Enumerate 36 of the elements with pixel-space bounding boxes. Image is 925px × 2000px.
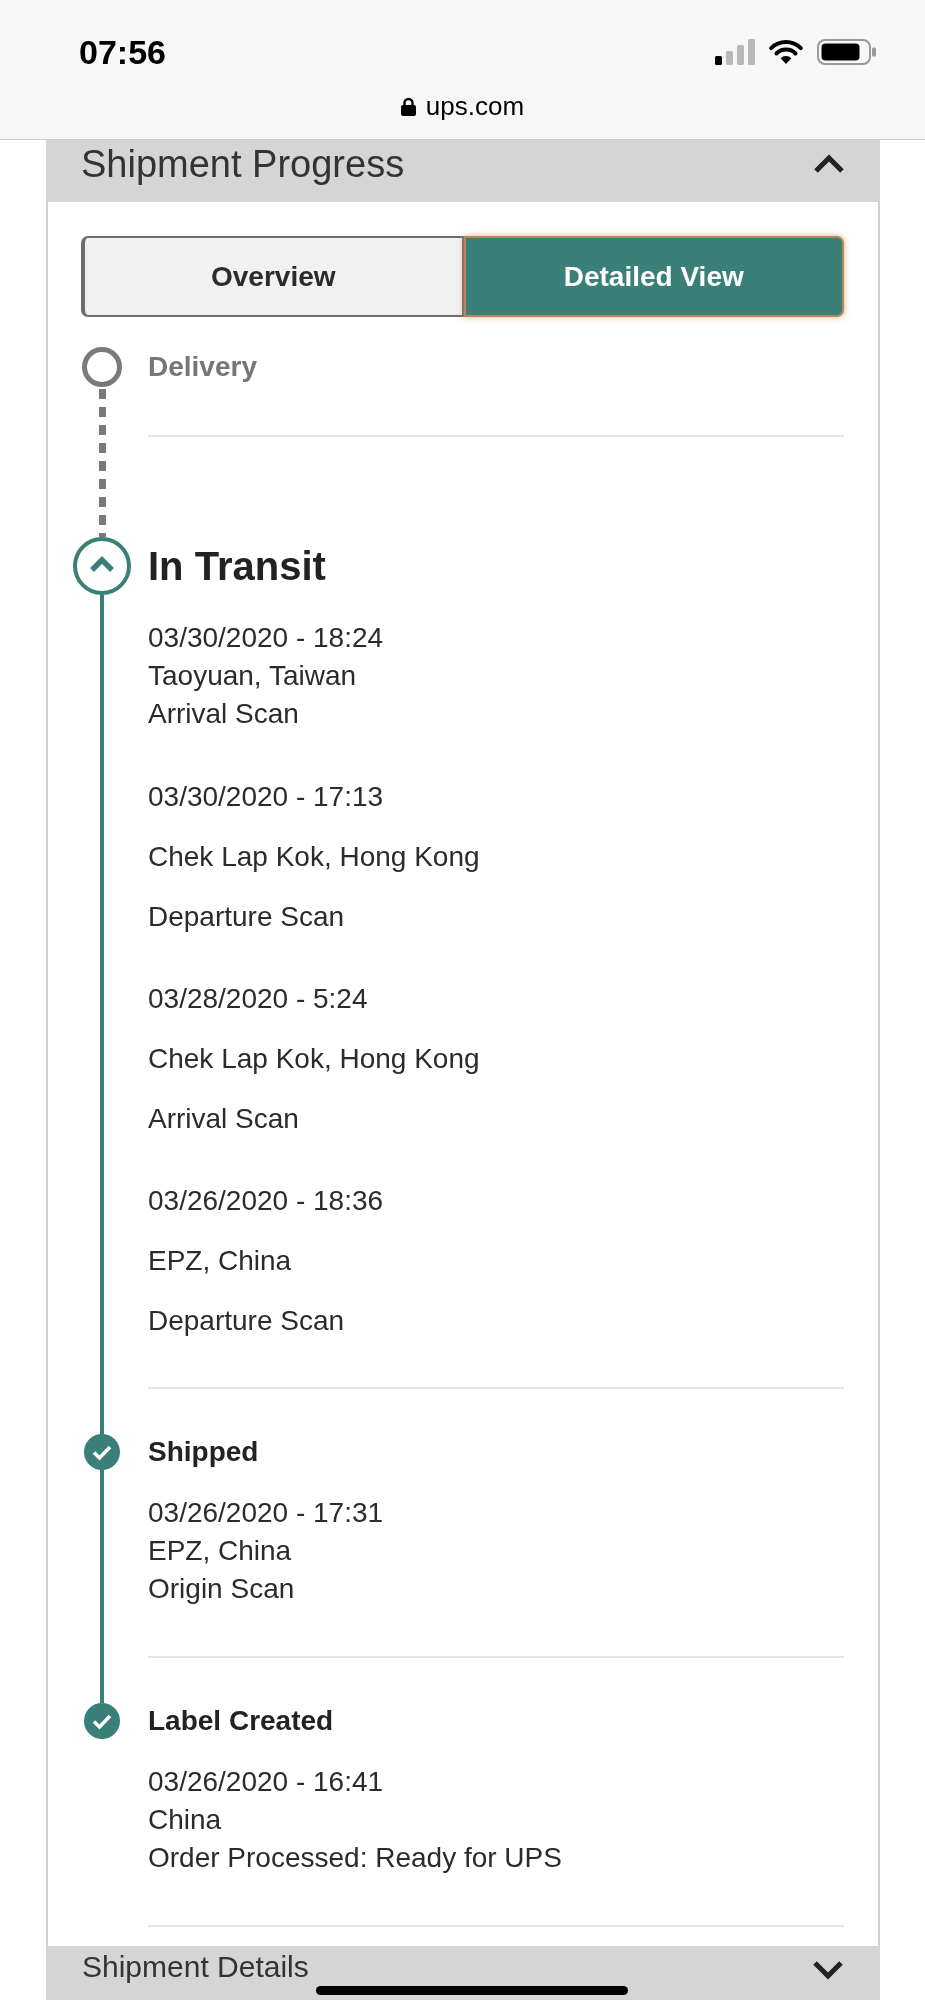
event-activity: Departure Scan xyxy=(148,900,346,934)
event-activity: Arrival Scan xyxy=(148,1102,300,1136)
event-date: 03/26/2020 - 16:41 xyxy=(148,1765,385,1799)
circle-icon xyxy=(82,347,122,387)
event-location: China xyxy=(148,1803,223,1837)
event-location: Chek Lap Kok, Hong Kong xyxy=(148,1042,481,1076)
event-activity: Order Processed: Ready for UPS xyxy=(148,1841,563,1875)
event-date: 03/28/2020 - 5:24 xyxy=(148,982,369,1016)
lock-icon xyxy=(400,96,416,116)
accordion-header[interactable]: Shipment Details xyxy=(46,1946,880,2000)
event-date: 03/30/2020 - 18:24 xyxy=(148,621,385,655)
event-date: 03/30/2020 - 17:13 xyxy=(148,780,385,814)
event-activity: Arrival Scan xyxy=(148,697,300,731)
event-location: Taoyuan, Taiwan xyxy=(148,659,358,693)
check-circle-icon xyxy=(84,1434,120,1470)
event-location: EPZ, China xyxy=(148,1244,293,1278)
milestone-label: Shipped xyxy=(148,1435,260,1469)
accordion-header[interactable]: Shipment Progress xyxy=(46,140,880,202)
check-circle-icon xyxy=(84,1703,120,1739)
battery-icon xyxy=(817,39,877,65)
milestone-label: Label Created xyxy=(148,1704,335,1738)
milestone-label: Delivery xyxy=(148,350,258,384)
event-activity: Origin Scan xyxy=(148,1572,296,1606)
event-date: 03/26/2020 - 18:36 xyxy=(148,1184,385,1218)
event-activity: Departure Scan xyxy=(148,1304,346,1338)
status-time: 07:56 xyxy=(79,32,166,72)
event-location: EPZ, China xyxy=(148,1534,293,1568)
milestone-label: In Transit xyxy=(148,543,327,590)
view-tab[interactable]: Overview xyxy=(81,236,464,317)
signal-icon xyxy=(715,39,755,65)
chevron-circle-icon[interactable] xyxy=(73,537,131,595)
view-tab[interactable]: Detailed View xyxy=(463,236,844,317)
event-date: 03/26/2020 - 17:31 xyxy=(148,1496,385,1530)
event-location: Chek Lap Kok, Hong Kong xyxy=(148,840,481,874)
wifi-icon xyxy=(768,39,804,65)
url-text[interactable]: ups.com xyxy=(425,92,525,120)
